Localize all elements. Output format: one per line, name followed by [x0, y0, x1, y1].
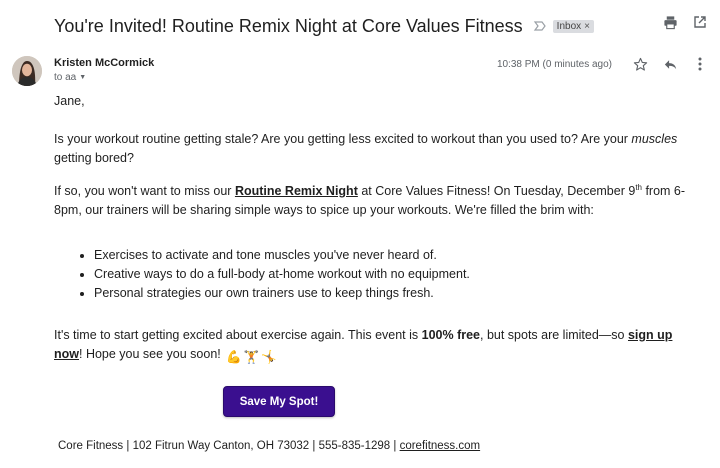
message-meta: 10:38 PM (0 minutes ago) — [497, 56, 708, 72]
event-text-a: If so, you won't want to miss our — [54, 184, 235, 198]
email-subject: You're Invited! Routine Remix Night at C… — [54, 15, 523, 36]
list-item: Creative ways to do a full-body at-home … — [94, 265, 470, 284]
intro-text-a: Is your workout routine getting stale? A… — [54, 132, 632, 146]
closing-text-b: , but spots are limited—so — [480, 328, 628, 342]
sender-avatar[interactable] — [12, 56, 42, 86]
label-arrow-icon[interactable] — [533, 19, 547, 33]
intro-text-b: getting bored? — [54, 151, 134, 165]
recipient-line[interactable]: to aa ▼ — [54, 72, 86, 83]
cartwheel-emoji: 🤸 — [261, 350, 277, 364]
remove-label-icon[interactable]: × — [584, 21, 590, 32]
footer-website-link[interactable]: corefitness.com — [400, 440, 481, 452]
more-vert-icon[interactable] — [692, 56, 708, 72]
weight-lifter-emoji: 🏋 — [243, 350, 260, 364]
date-suffix: th — [635, 182, 642, 192]
save-my-spot-button[interactable]: Save My Spot! — [223, 386, 335, 417]
timestamp: 10:38 PM (0 minutes ago) — [496, 58, 612, 70]
footer-text: Core Fitness | 102 Fitrun Way Canton, OH… — [58, 440, 400, 452]
list-item: Personal strategies our own trainers use… — [94, 284, 470, 303]
greeting: Jane, — [54, 94, 85, 108]
inbox-label-badge: Inbox × — [552, 19, 594, 33]
inbox-label-text: Inbox — [556, 20, 582, 32]
footer: Core Fitness | 102 Fitrun Way Canton, OH… — [58, 440, 480, 452]
routine-remix-link[interactable]: Routine Remix Night — [235, 184, 358, 198]
bullet-list: Exercises to activate and tone muscles y… — [94, 246, 470, 303]
recipient-text: to aa — [54, 72, 77, 83]
event-text-b: at Core Values Fitness! On Tuesday, Dece… — [357, 184, 636, 198]
closing-paragraph: It's time to start getting excited about… — [54, 326, 704, 367]
top-actions — [662, 14, 708, 30]
reply-icon[interactable] — [662, 56, 678, 72]
event-paragraph: If so, you won't want to miss our Routin… — [54, 182, 704, 220]
closing-text-a: It's time to start getting excited about… — [54, 328, 422, 342]
list-item: Exercises to activate and tone muscles y… — [94, 246, 470, 265]
star-icon[interactable] — [632, 56, 648, 72]
email-header: You're Invited! Routine Remix Night at C… — [54, 12, 710, 40]
free-highlight: 100% free — [421, 328, 480, 342]
open-in-new-icon[interactable] — [692, 14, 708, 30]
closing-text-c: ! Hope you see you soon! — [79, 347, 225, 361]
print-icon[interactable] — [662, 14, 678, 30]
flexed-biceps-emoji: 💪 — [226, 350, 242, 364]
sender-name[interactable]: Kristen McCormick — [54, 57, 154, 69]
chevron-down-icon[interactable]: ▼ — [79, 74, 86, 81]
intro-paragraph: Is your workout routine getting stale? A… — [54, 130, 704, 168]
intro-emphasis: muscles — [631, 132, 678, 146]
